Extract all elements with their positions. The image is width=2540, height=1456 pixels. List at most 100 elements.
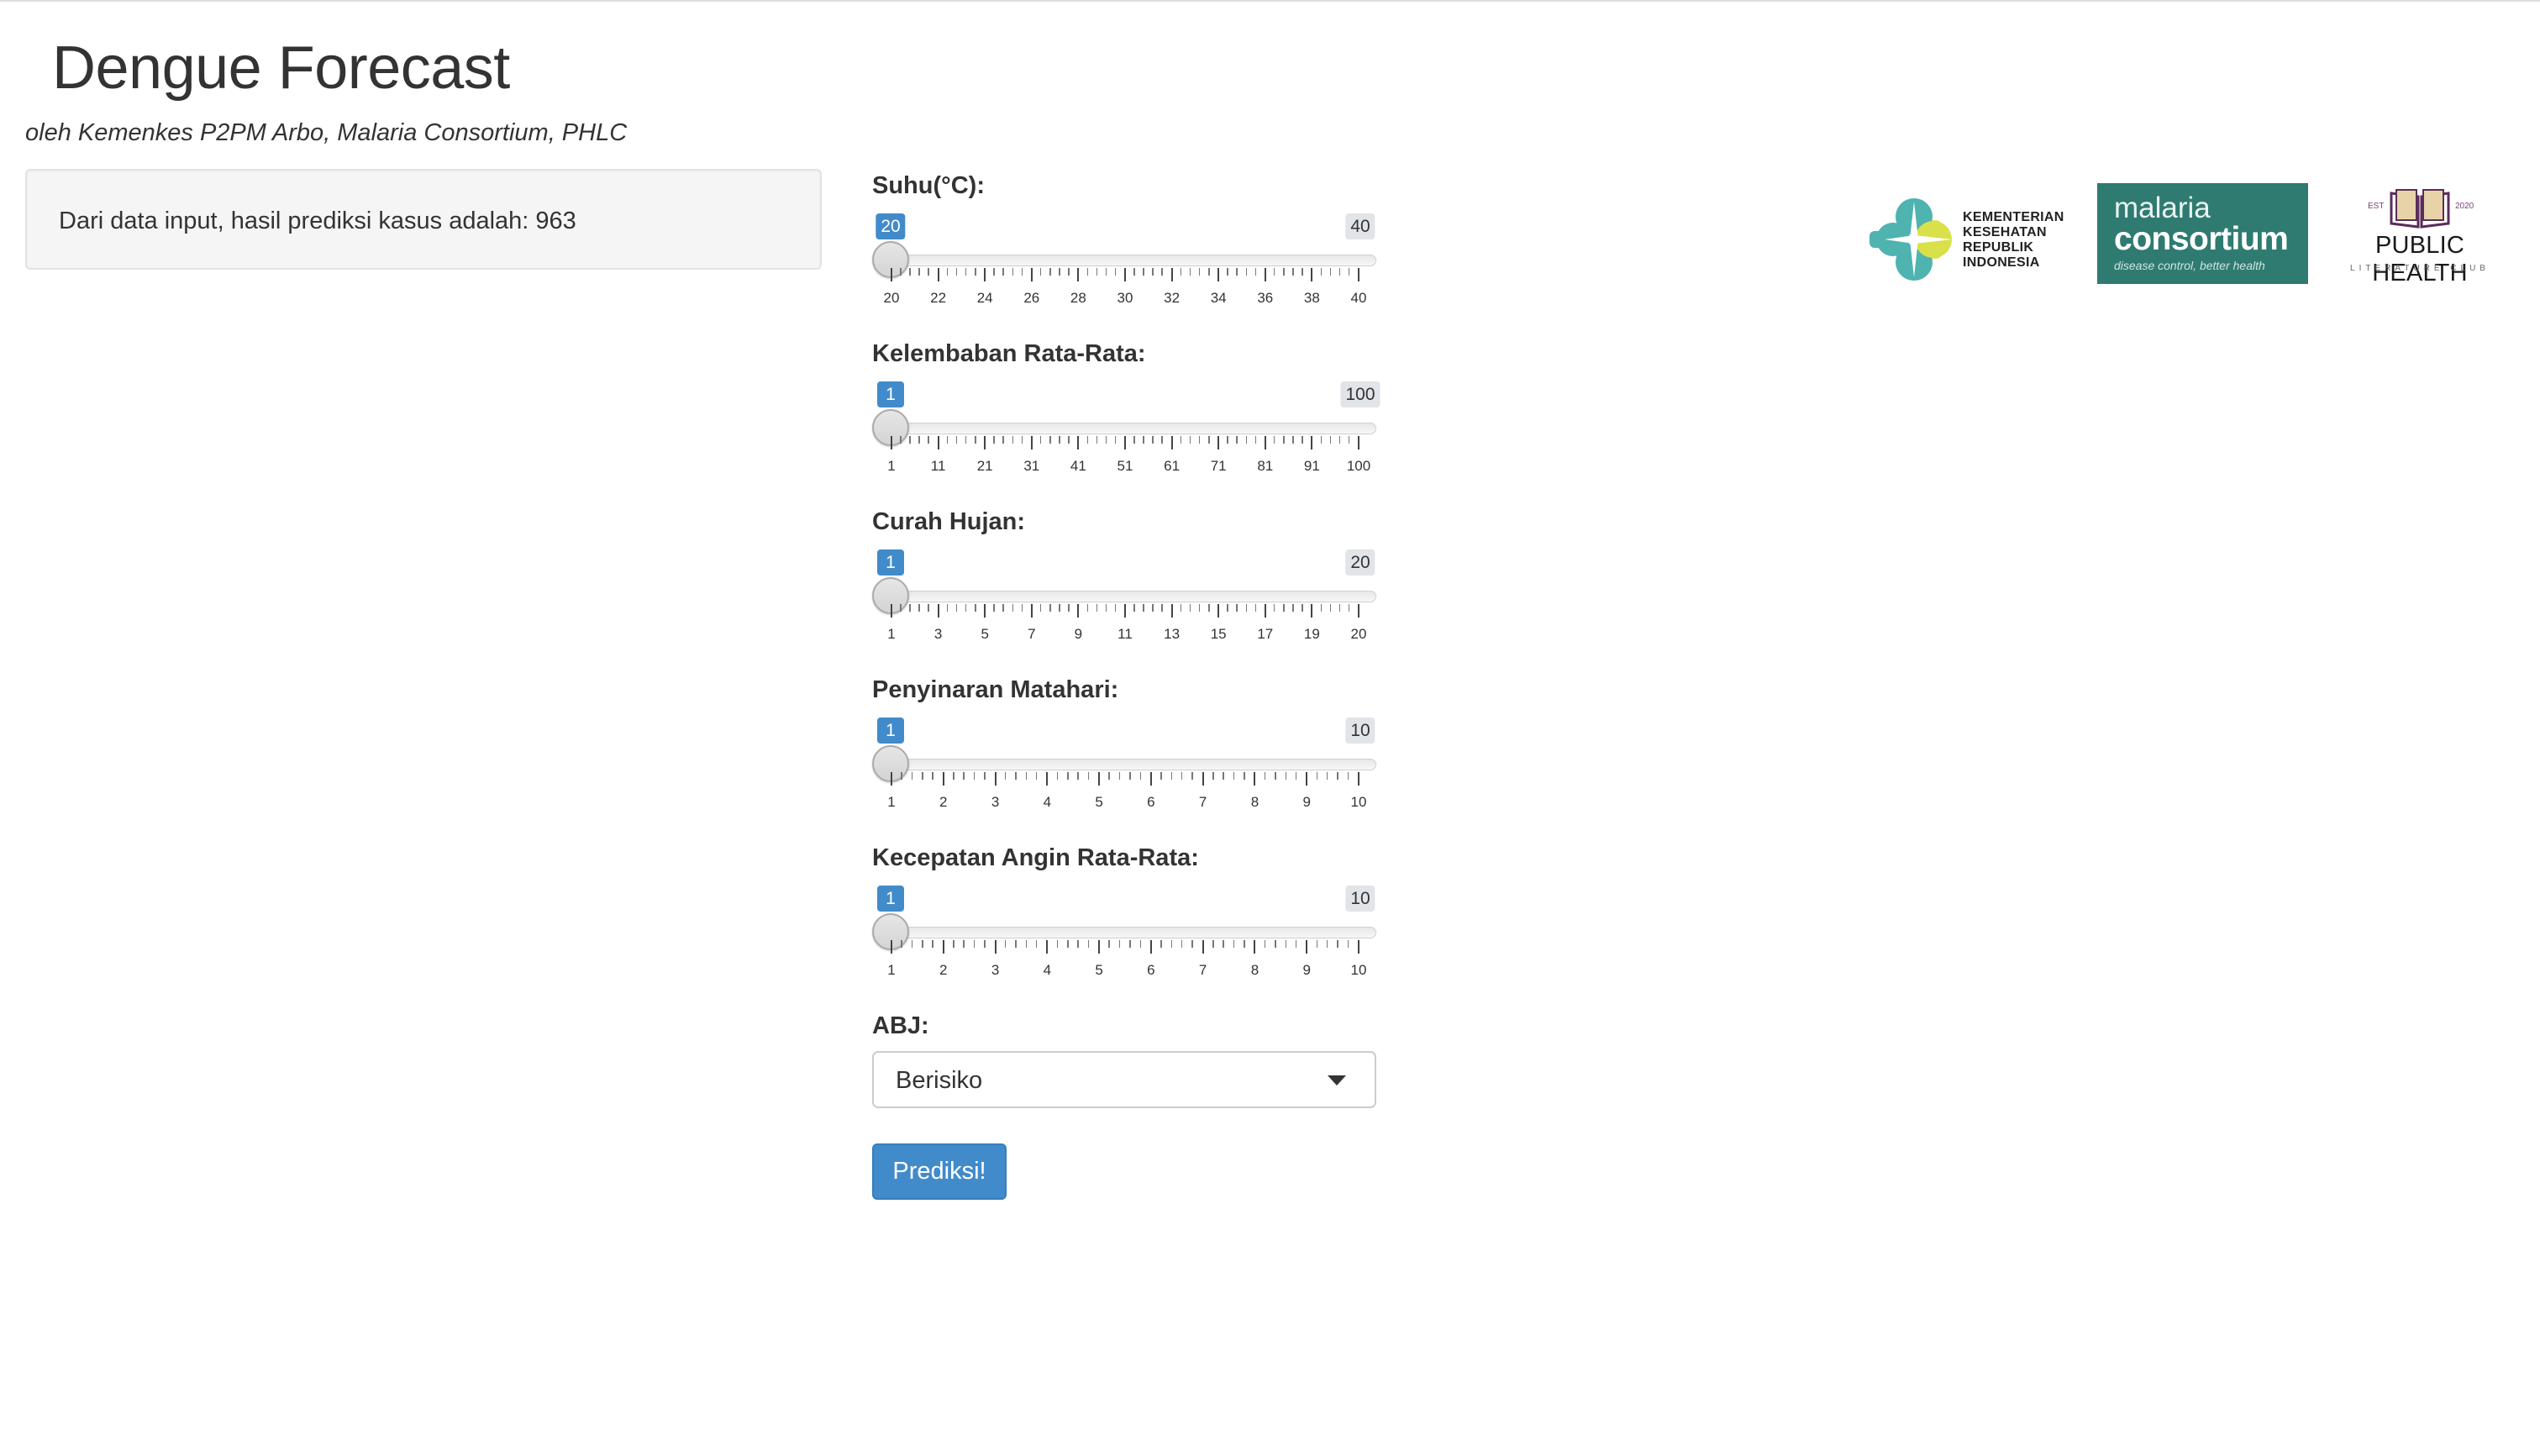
slider-minor-tick — [965, 436, 967, 444]
slider-tick-label: 4 — [1043, 962, 1052, 978]
slider-minor-tick — [1326, 940, 1328, 948]
slider-tick-label: 34 — [1210, 290, 1227, 306]
slider-minor-tick — [1039, 268, 1042, 276]
slider-minor-tick — [1160, 772, 1162, 780]
slider-minor-tick — [1347, 940, 1349, 948]
slider-minor-tick — [1114, 604, 1117, 612]
slider-minor-tick — [1067, 940, 1069, 948]
slider-minor-tick — [1283, 604, 1285, 612]
slider-minor-tick — [932, 772, 933, 780]
slider-minor-tick — [1160, 940, 1162, 948]
slider-minor-tick — [1273, 436, 1275, 444]
slider-major-tick — [891, 940, 892, 954]
slider-minor-tick — [1180, 268, 1182, 276]
slider-minor-tick — [1326, 772, 1328, 780]
slider-minor-tick — [1105, 436, 1107, 444]
page-subtitle: oleh Kemenkes P2PM Arbo, Malaria Consort… — [25, 119, 628, 146]
slider-minor-tick — [1292, 268, 1294, 276]
slider-minor-tick — [1292, 604, 1294, 612]
slider-minor-tick — [1087, 940, 1090, 948]
slider-minor-tick — [1059, 604, 1060, 612]
slider-minor-tick — [1223, 772, 1224, 780]
slider-minor-tick — [1161, 268, 1163, 276]
slider-ticks: 1 11 21 31 41 51 61 71 81 91 100 — [872, 436, 1376, 486]
slider-minor-tick — [955, 604, 958, 612]
malaria-logo-line1: malaria — [2114, 192, 2211, 224]
slider-minor-tick — [1254, 436, 1257, 444]
slider-minor-tick — [1244, 940, 1245, 948]
slider-minor-tick — [1059, 436, 1060, 444]
slider-minor-tick — [1133, 436, 1135, 444]
slider-minor-tick — [993, 604, 995, 612]
slider-track[interactable] — [879, 423, 1376, 434]
slider-minor-tick — [1295, 772, 1297, 780]
slider-label: Penyinaran Matahari: — [872, 676, 1119, 703]
slider-major-tick — [1254, 940, 1256, 954]
slider-minor-tick — [965, 268, 967, 276]
slider-major-tick — [1077, 268, 1080, 281]
phlc-est: EST — [2368, 202, 2385, 211]
predict-button[interactable]: Prediksi! — [872, 1143, 1007, 1200]
slider-minor-tick — [918, 604, 920, 612]
slider-minor-tick — [1285, 772, 1286, 780]
slider-minor-tick — [1295, 940, 1297, 948]
slider-tick-label: 17 — [1257, 626, 1274, 642]
slider-minor-tick — [1025, 772, 1028, 780]
slider-minor-tick — [1227, 604, 1228, 612]
slider-major-tick — [1170, 268, 1173, 281]
slider-minor-tick — [1012, 268, 1014, 276]
slider-minor-tick — [1035, 772, 1038, 780]
slider-track[interactable] — [879, 927, 1376, 938]
slider-major-tick — [937, 604, 939, 618]
slider-minor-tick — [1189, 268, 1191, 276]
slider-major-tick — [942, 940, 944, 954]
slider-minor-tick — [1208, 436, 1210, 444]
slider-tick-label: 3 — [991, 794, 1000, 810]
slider-track[interactable] — [879, 591, 1376, 602]
slider-minor-tick — [1056, 772, 1059, 780]
slider-major-tick — [1311, 436, 1313, 449]
slider-minor-tick — [1329, 604, 1332, 612]
slider-major-tick — [994, 772, 997, 786]
slider-label: Suhu(°C): — [872, 172, 985, 199]
slider-track[interactable] — [879, 759, 1376, 770]
slider-major-tick — [1264, 268, 1266, 281]
slider-major-tick — [1030, 604, 1033, 618]
slider-group: Kelembaban Rata-Rata: 1 100 1 11 21 31 41 51 61 71… — [872, 340, 1380, 500]
slider-major-tick — [1030, 268, 1033, 281]
slider-max-badge: 10 — [1345, 886, 1375, 912]
slider-tick-label: 30 — [1117, 290, 1133, 306]
slider-tick-label: 7 — [1198, 962, 1207, 978]
slider-major-tick — [1217, 268, 1220, 281]
slider-major-tick — [891, 772, 892, 786]
slider-tick-label: 7 — [1198, 794, 1207, 810]
slider-major-tick — [1358, 940, 1359, 954]
slider-minor-tick — [946, 604, 949, 612]
slider-minor-tick — [900, 436, 902, 444]
slider-minor-tick — [1283, 436, 1285, 444]
slider-major-tick — [891, 604, 892, 618]
slider-group: Kecepatan Angin Rata-Rata: 1 10 1 2 3 4 5 6 7 8 9 10 — [872, 844, 1376, 1004]
slider-minor-tick — [1002, 604, 1004, 612]
slider-minor-tick — [909, 268, 911, 276]
slider-minor-tick — [1152, 604, 1154, 612]
slider-minor-tick — [1039, 604, 1042, 612]
slider-minor-tick — [973, 940, 976, 948]
slider-minor-tick — [922, 940, 923, 948]
slider-major-tick — [1358, 268, 1359, 281]
slider-label: Kelembaban Rata-Rata: — [872, 340, 1146, 367]
malaria-logo-line2: consortium — [2114, 221, 2289, 257]
slider-minor-tick — [1245, 436, 1248, 444]
slider-tick-label: 19 — [1303, 626, 1320, 642]
slider-minor-tick — [1096, 604, 1098, 612]
slider-tick-label: 6 — [1147, 794, 1155, 810]
slider-tick-label: 32 — [1164, 290, 1181, 306]
slider-value-badge: 1 — [877, 549, 904, 576]
slider-minor-tick — [1189, 604, 1191, 612]
malaria-consortium-logo: malaria consortium disease control, bett… — [2097, 183, 2308, 284]
slider-minor-tick — [1161, 604, 1163, 612]
slider-track[interactable] — [879, 255, 1376, 266]
slider-minor-tick — [1152, 436, 1154, 444]
slider-label: Kecepatan Angin Rata-Rata: — [872, 844, 1199, 871]
abj-select[interactable]: Berisiko — [872, 1051, 1376, 1108]
